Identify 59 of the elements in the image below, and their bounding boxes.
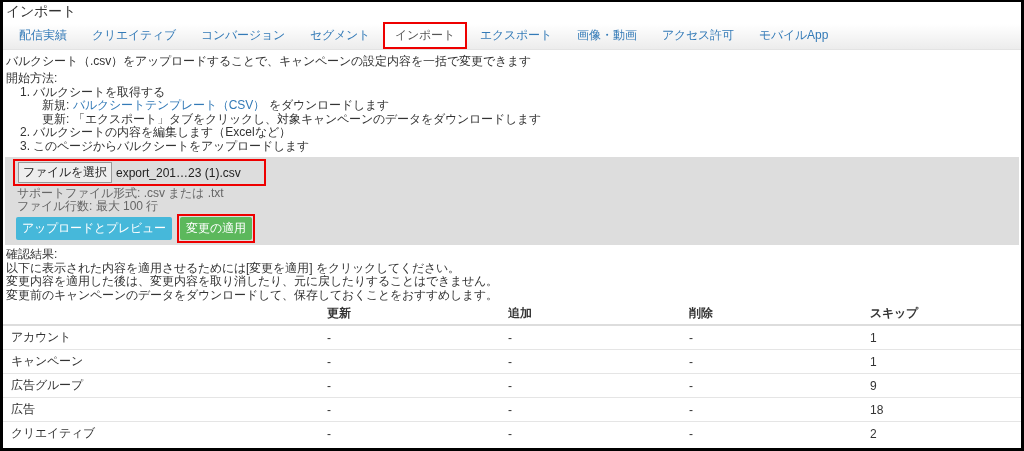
table-cell: - (319, 421, 500, 445)
table-cell: 18 (862, 397, 1021, 422)
template-link[interactable]: バルクシートテンプレート（CSV） (72, 98, 266, 112)
page-title: インポート (5, 2, 77, 21)
table-cell: - (319, 325, 500, 350)
instructions-heading: 開始方法: (6, 72, 59, 86)
results-text: 変更内容を適用した後は、変更内容を取り消したり、元に戻したりすることはできません。 (6, 275, 499, 289)
file-note: ファイル行数: 最大 100 行 (17, 200, 160, 213)
column-header: スキップ (870, 306, 918, 320)
step-text: 1. バルクシートを取得する (19, 85, 167, 99)
table-cell: 広告グループ (3, 373, 319, 398)
tab[interactable]: インポート (383, 22, 467, 49)
results-text: 以下に表示された内容を適用させるためには[変更を適用] をクリックしてください。 (6, 261, 461, 275)
table-cell: - (681, 325, 862, 350)
results-text: 変更前のキャンペーンのデータをダウンロードして、保存しておくことをおすすめします。 (6, 288, 499, 302)
table-cell: 2 (862, 421, 1021, 445)
step-text: 2. バルクシートの内容を編集します（Excelなど） (19, 126, 292, 140)
table-cell: 9 (862, 373, 1021, 398)
table-cell: - (500, 373, 681, 398)
column-header: 更新 (327, 306, 351, 320)
tab[interactable]: アクセス許可 (650, 22, 746, 49)
tab[interactable]: セグメント (298, 22, 382, 49)
table-cell: - (319, 349, 500, 374)
tab[interactable]: 配信実績 (7, 22, 79, 49)
table-cell: - (500, 349, 681, 374)
table-cell: - (500, 397, 681, 422)
table-cell: キャンペーン (3, 349, 319, 374)
tab[interactable]: コンバージョン (189, 22, 297, 49)
step-detail-text: 新規: (42, 98, 71, 112)
column-header: 削除 (689, 306, 713, 320)
step-text: 3. このページからバルクシートをアップロードします (19, 139, 311, 153)
table-cell: 広告 (3, 397, 319, 422)
step-detail-text: をダウンロードします (267, 98, 389, 112)
table-cell: - (681, 349, 862, 374)
column-header: 追加 (508, 306, 532, 320)
table-cell: クリエイティブ (3, 421, 319, 445)
tab[interactable]: クリエイティブ (80, 22, 188, 49)
tab[interactable]: モバイルApp (747, 22, 841, 49)
table-cell: - (681, 397, 862, 422)
table-cell: - (319, 373, 500, 398)
tab[interactable]: エクスポート (468, 22, 564, 49)
table-cell: - (500, 421, 681, 445)
file-picker[interactable]: ファイルを選択 export_201…23 (1).csv (13, 159, 266, 186)
apply-button[interactable]: 変更の適用 (180, 217, 252, 240)
choose-file-button[interactable]: ファイルを選択 (18, 162, 112, 183)
table-cell: アカウント (3, 325, 319, 350)
upload-button[interactable]: アップロードとプレビュー (16, 217, 172, 240)
table-cell: - (681, 421, 862, 445)
tab[interactable]: 画像・動画 (565, 22, 649, 49)
table-cell: - (681, 373, 862, 398)
description-text: バルクシート（.csv）をアップロードすることで、キャンペーンの設定内容を一括で変更できます (6, 53, 533, 70)
step-detail-text: 更新: 「エクスポート」タブをクリックし、対象キャンペーンのデータをダウンロードします (42, 111, 541, 126)
file-name: export_201…23 (1).csv (116, 165, 242, 180)
results-heading: 確認結果: (6, 248, 59, 262)
table-cell: - (319, 397, 500, 422)
table-cell: - (500, 325, 681, 350)
table-cell: 1 (862, 325, 1021, 350)
table-cell: 1 (862, 349, 1021, 374)
file-note: サポートファイル形式: .csv または .txt (17, 187, 225, 200)
